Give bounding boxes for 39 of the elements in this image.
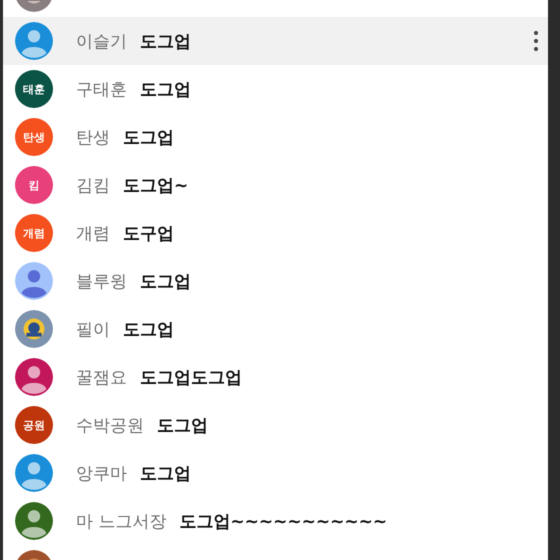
contact-row[interactable]: 킴 김킴 도그업~ [3, 161, 548, 209]
contact-row[interactable]: 필이 도그업 [3, 305, 548, 353]
message-preview: 도그업 [123, 126, 174, 148]
more-options-icon[interactable] [534, 31, 538, 51]
message-preview: 도그업 [140, 462, 191, 484]
message-preview: 도그업 [157, 414, 208, 436]
message-preview: 도그업 [140, 78, 191, 100]
contact-name: 블루윙 [76, 270, 127, 292]
contact-row[interactable]: 개렴 개렴 도구업 [3, 209, 548, 257]
contact-row[interactable]: 블루윙 도그업 [3, 257, 548, 305]
message-preview: 도그업 [140, 270, 191, 292]
avatar-initials: 탄생 [15, 118, 53, 156]
contact-name: 김킴 [76, 174, 110, 196]
contact-name: 앙쿠마 [76, 462, 127, 484]
contact-name: 탄생 [76, 126, 110, 148]
contact-name: 이슬기 [76, 30, 127, 52]
contact-name: 필이 [76, 318, 110, 340]
avatar-initials: 개렴 [15, 214, 53, 252]
contact-row[interactable]: 공원 수박공원 도그업 [3, 401, 548, 449]
avatar-initials: 공원 [15, 406, 53, 444]
avatar-initials: 킴 [15, 166, 53, 204]
contact-name: 개렴 [76, 222, 110, 244]
contact-name: 수박공원 [76, 414, 144, 436]
contact-name: 마 느그서장 [76, 510, 166, 532]
contact-name: 꿀잼요 [76, 366, 127, 388]
contact-row[interactable]: 태훈 구태훈 도그업 [3, 65, 548, 113]
message-preview: 도구업 [123, 222, 174, 244]
contact-row[interactable]: 탄생 탄생 도그업 [3, 113, 548, 161]
contact-row[interactable]: 마 느그서장 도그업~~~~~~~~~~~ [3, 497, 548, 545]
avatar-initials: 태훈 [15, 70, 53, 108]
message-preview: 도그업 [140, 30, 191, 52]
contact-name: 구태훈 [76, 78, 127, 100]
message-preview: 도그업~ [123, 174, 188, 196]
contact-row[interactable]: 이슬기 도그업 [3, 17, 548, 65]
message-preview: 도그업 [123, 318, 174, 340]
contact-row[interactable]: 꿀잼요 도그업도그업 [3, 353, 548, 401]
message-preview: 도그업도그업 [140, 366, 242, 388]
contact-row[interactable]: 앙쿠마 도그업 [3, 449, 548, 497]
message-preview: 도그업~~~~~~~~~~~ [179, 510, 388, 532]
